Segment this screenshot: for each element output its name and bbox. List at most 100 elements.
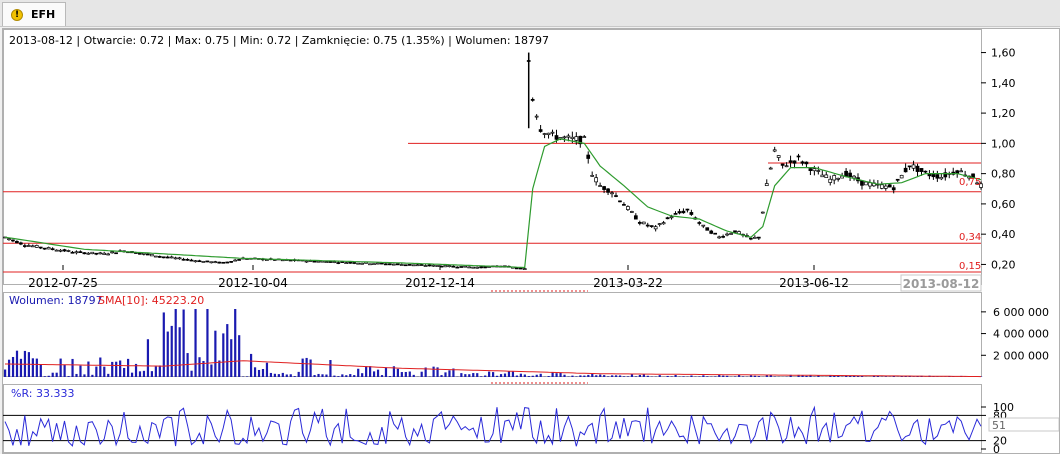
volume-bar — [706, 376, 709, 377]
volume-bar — [146, 339, 150, 377]
volume-bar — [51, 372, 54, 377]
volume-bar — [599, 374, 602, 377]
tab-efh[interactable]: ! EFH — [2, 2, 66, 26]
volume-bar — [420, 371, 423, 377]
volume-bar — [444, 372, 447, 377]
volume-bar — [753, 375, 757, 377]
chart-area[interactable]: 2013-08-12 | Otwarcie: 0.72 | Max: 0.75 … — [2, 28, 1060, 454]
volume-bar — [495, 375, 499, 377]
volume-bar — [115, 361, 118, 377]
price-candle — [852, 175, 856, 179]
price-candle — [606, 188, 610, 193]
volume-bar — [87, 361, 90, 377]
price-candle — [213, 261, 218, 264]
price-candle — [368, 263, 372, 266]
price-y-tick-label: 0,20 — [991, 258, 1016, 271]
price-candle — [451, 265, 456, 268]
price-candle — [376, 262, 380, 265]
volume-bar — [658, 375, 661, 377]
price-candle — [62, 249, 67, 252]
volume-bar — [603, 375, 606, 377]
volume-bar — [158, 365, 161, 377]
price-candle — [372, 263, 376, 265]
volume-bar — [531, 375, 534, 377]
volume-y-tick-label: 4 000 000 — [993, 328, 1049, 341]
price-candle — [733, 230, 737, 233]
price-candle — [697, 222, 702, 224]
price-candle — [395, 263, 400, 266]
volume-bar — [361, 373, 364, 377]
price-candle — [407, 264, 412, 266]
price-candle — [542, 133, 547, 135]
volume-bar — [130, 372, 134, 377]
price-candle — [546, 132, 551, 136]
price-candle — [645, 224, 650, 227]
volume-bar — [123, 367, 126, 377]
volume-bar — [472, 373, 475, 377]
volume-bar — [281, 372, 284, 377]
price-candle — [804, 161, 809, 165]
price-candle — [225, 261, 230, 264]
price-candle — [820, 174, 825, 178]
volume-bar — [337, 376, 340, 377]
volume-bar — [499, 374, 503, 377]
volume-bar — [579, 375, 582, 377]
price-candle — [626, 206, 630, 210]
price-candle — [229, 261, 233, 263]
price-candle — [205, 260, 210, 263]
price-candle — [149, 253, 154, 257]
price-candle — [463, 265, 468, 268]
price-candle — [538, 129, 543, 132]
price-candle — [824, 174, 829, 179]
volume-bar — [412, 374, 415, 377]
volume-bar — [646, 375, 649, 377]
price-candle — [435, 265, 440, 267]
volume-bar — [372, 371, 376, 377]
price-candle — [729, 233, 733, 235]
volume-bar — [349, 374, 352, 377]
price-candle — [887, 184, 892, 188]
volume-bar — [718, 374, 721, 377]
price-candle — [138, 252, 142, 255]
price-candle — [419, 264, 424, 266]
volume-y-tick-label: 6 000 000 — [993, 306, 1049, 319]
price-candle — [11, 239, 15, 242]
price-candle — [94, 252, 99, 255]
price-candle — [554, 135, 559, 140]
price-candle — [919, 168, 924, 172]
x-tick-label: 2012-12-14 — [405, 276, 475, 290]
price-candle — [836, 177, 841, 180]
current-date-label: 2013-08-12 — [903, 277, 980, 291]
x-tick-label: 2013-03-22 — [593, 276, 663, 290]
price-candle — [110, 251, 114, 254]
price-candle — [46, 247, 51, 250]
volume-bar — [246, 376, 249, 377]
price-y-tick-label: 0,40 — [991, 228, 1016, 241]
price-candle — [788, 160, 793, 163]
volume-bar — [622, 376, 626, 377]
volume-bar — [448, 370, 451, 377]
price-candle — [380, 262, 384, 265]
price-candle — [534, 115, 539, 118]
chart-canvas[interactable]: 2013-08-12 | Otwarcie: 0.72 | Max: 0.75 … — [3, 29, 1059, 453]
price-candle — [7, 238, 11, 241]
price-candle — [637, 222, 642, 224]
volume-bar — [329, 360, 332, 377]
volume-bar — [555, 373, 558, 377]
price-candle — [459, 266, 464, 268]
volume-bar — [174, 309, 177, 377]
volume-bar — [95, 366, 98, 377]
volume-bar — [218, 360, 221, 377]
price-candle — [649, 225, 654, 227]
volume-bar — [670, 376, 673, 377]
volume-bar — [539, 373, 542, 377]
volume-bar — [523, 374, 526, 377]
volume-bar — [39, 364, 42, 377]
price-candle — [518, 267, 523, 270]
volume-bar — [309, 359, 312, 377]
price-candle — [879, 184, 884, 189]
price-candle — [324, 261, 329, 263]
volume-bar — [571, 375, 574, 377]
volume-bar — [440, 375, 443, 377]
volume-bar — [230, 339, 233, 377]
